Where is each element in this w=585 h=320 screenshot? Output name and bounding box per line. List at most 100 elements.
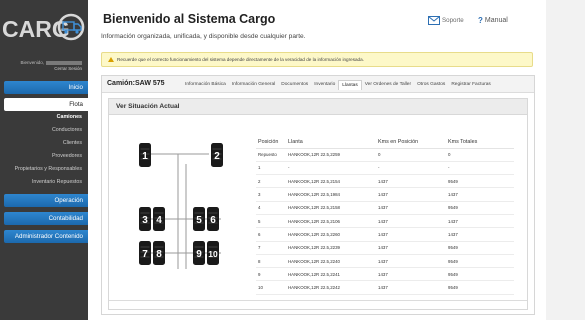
cell-kms-posicion: 0 xyxy=(376,148,446,162)
page-title: Bienvenido al Sistema Cargo xyxy=(103,12,276,26)
tire-position-4[interactable]: 4 xyxy=(153,207,165,231)
tab-inventario[interactable]: Inventario xyxy=(311,80,338,90)
cell-llanta: HANKOOK,12R 22.5,2240 xyxy=(286,254,376,269)
user-greeting: Bienvenido, xyxy=(20,60,82,65)
cell-kms-posicion: 1437 xyxy=(376,201,446,215)
table-row: Repuesto HANKOOK,12R 22.5,2259 0 0 xyxy=(256,148,514,162)
table-row: 6 HANKOOK,12R 22.5,2260 1437 1437 xyxy=(256,227,514,242)
tab-otros-gastos[interactable]: Otros Gastos xyxy=(414,80,448,90)
cell-kms-totales: 1437 xyxy=(446,214,514,229)
flota-item-inventario-repuestos[interactable]: Inventario Repuestos xyxy=(32,179,82,185)
tire-position-7[interactable]: 7 xyxy=(139,241,151,265)
cell-kms-posicion: - xyxy=(376,161,446,176)
cell-kms-posicion: 1437 xyxy=(376,241,446,255)
section-footer-divider xyxy=(109,300,527,301)
table-row: 10 HANKOOK,12R 22.5,2242 1437 9549 xyxy=(256,280,514,295)
truck-panel: Camión:SAW 575 Información Básica Inform… xyxy=(101,75,535,315)
cell-kms-totales: 1437 xyxy=(446,187,514,202)
nav-administrador-contenido[interactable]: Administrador Contenido xyxy=(4,230,88,243)
flota-item-clientes[interactable]: Clientes xyxy=(63,140,82,146)
nav-contabilidad[interactable]: Contabilidad xyxy=(4,212,88,225)
main-content: Bienvenido al Sistema Cargo Información … xyxy=(88,0,546,320)
app-window: CARG Bienvenido, Cerrar Sesión Inicio Fl… xyxy=(0,0,585,320)
nav-flota[interactable]: Flota xyxy=(4,98,88,111)
tab-informacion-general[interactable]: Información General xyxy=(229,80,278,90)
cell-llanta: HANKOOK,12R 22.5,2158 xyxy=(286,201,376,215)
axle-diagram: 1 23 4 5 67 8 9 10 xyxy=(139,143,223,269)
nav-inicio[interactable]: Inicio xyxy=(4,81,88,94)
cell-kms-totales: 9549 xyxy=(446,280,514,295)
warning-text: Recuerde que el correcto funcionamiento … xyxy=(117,57,364,62)
tire-position-10[interactable]: 10 xyxy=(207,241,219,265)
cell-posicion: 2 xyxy=(256,174,286,189)
cell-kms-totales: 9549 xyxy=(446,201,514,215)
soporte-label: Soporte xyxy=(442,17,464,24)
tire-label: 4 xyxy=(156,215,162,226)
manual-label: Manual xyxy=(484,17,508,24)
cell-kms-posicion: 1437 xyxy=(376,267,446,282)
tire-label: 9 xyxy=(196,249,202,260)
cell-kms-totales: 1437 xyxy=(446,227,514,242)
logout-link[interactable]: Cerrar Sesión xyxy=(54,66,82,71)
header-kms-posicion: Kms en Posición xyxy=(376,136,446,149)
tab-ver-ordenes-taller[interactable]: Ver Ordenes de Taller xyxy=(362,80,414,90)
tab-informacion-basica[interactable]: Información Básica xyxy=(182,80,229,90)
flota-item-propietarios[interactable]: Propietarios y Responsables xyxy=(15,166,82,172)
cell-kms-totales: 9549 xyxy=(446,254,514,269)
cell-kms-posicion: 1437 xyxy=(376,187,446,202)
truck-logo-icon xyxy=(57,13,85,41)
cell-posicion: 7 xyxy=(256,241,286,255)
tab-documentos[interactable]: Documentos xyxy=(278,80,311,90)
tire-table: Posición Llanta Kms en Posición Kms Tota… xyxy=(256,136,514,295)
table-row: 4 HANKOOK,12R 22.5,2158 1437 9549 xyxy=(256,201,514,215)
tire-position-8[interactable]: 8 xyxy=(153,241,165,265)
help-question-icon: ? xyxy=(478,16,483,25)
cell-kms-posicion: 1437 xyxy=(376,227,446,242)
tire-position-5[interactable]: 5 xyxy=(193,207,205,231)
cell-llanta: HANKOOK,12R 22.5,2239 xyxy=(286,241,376,255)
tire-label: 2 xyxy=(214,151,220,162)
warning-banner: Recuerde que el correcto funcionamiento … xyxy=(101,52,533,67)
header-kms-totales: Kms Totales xyxy=(446,136,514,149)
flota-item-conductores[interactable]: Conductores xyxy=(52,127,82,133)
tire-label: 3 xyxy=(142,215,148,226)
tire-group: 1 23 4 5 67 8 9 10 xyxy=(139,143,223,265)
table-row: 9 HANKOOK,12R 22.5,2241 1437 9549 xyxy=(256,267,514,282)
header-llanta: Llanta xyxy=(286,136,376,149)
soporte-link[interactable]: Soporte xyxy=(428,16,464,25)
cell-posicion: 6 xyxy=(256,227,286,242)
cell-posicion: Repuesto xyxy=(256,148,286,162)
truck-tabs: Información Básica Información General D… xyxy=(182,80,494,90)
flota-item-camiones[interactable]: Camiones xyxy=(57,114,82,120)
envelope-icon xyxy=(428,16,440,25)
tire-position-1[interactable]: 1 xyxy=(139,143,151,167)
tire-position-9[interactable]: 9 xyxy=(193,241,205,265)
cell-llanta: HANKOOK,12R 22.5,1984 xyxy=(286,187,376,202)
tire-label: 1 xyxy=(142,151,148,162)
tire-position-2[interactable]: 2 xyxy=(211,143,223,167)
nav-operacion[interactable]: Operación xyxy=(4,194,88,207)
page-subtitle: Información organizada, unificada, y dis… xyxy=(101,33,306,40)
tire-label: 7 xyxy=(142,249,148,260)
situacion-actual-header: Ver Situación Actual xyxy=(109,99,527,115)
table-row: 2 HANKOOK,12R 22.5,2154 1437 9549 xyxy=(256,174,514,189)
manual-link[interactable]: ? Manual xyxy=(478,16,508,25)
cell-kms-totales: 9549 xyxy=(446,241,514,255)
tire-position-3[interactable]: 3 xyxy=(139,207,151,231)
tire-label: 5 xyxy=(196,215,202,226)
table-row: 8 HANKOOK,12R 22.5,2240 1437 9549 xyxy=(256,254,514,269)
cell-kms-totales: 9549 xyxy=(446,267,514,282)
redacted-username xyxy=(46,60,82,65)
situacion-actual-section: Ver Situación Actual 1 2 3 4 5 6 7 8 9 10 xyxy=(108,98,528,310)
cargo-logo[interactable]: CARG xyxy=(2,12,86,46)
tire-table-header: Posición Llanta Kms en Posición Kms Tota… xyxy=(256,136,514,149)
table-row: 1--- xyxy=(256,161,514,176)
tire-position-6[interactable]: 6 xyxy=(207,207,219,231)
flota-item-proveedores[interactable]: Proveedores xyxy=(52,153,82,159)
cell-kms-posicion: 1437 xyxy=(376,280,446,295)
tire-label: 6 xyxy=(210,215,216,226)
table-row: 5 HANKOOK,12R 22.5,2106 1437 1437 xyxy=(256,214,514,229)
tab-llantas[interactable]: Llantas xyxy=(338,80,362,90)
tab-registrar-facturas[interactable]: Registrar Facturas xyxy=(448,80,493,90)
cell-posicion: 10 xyxy=(256,280,286,295)
